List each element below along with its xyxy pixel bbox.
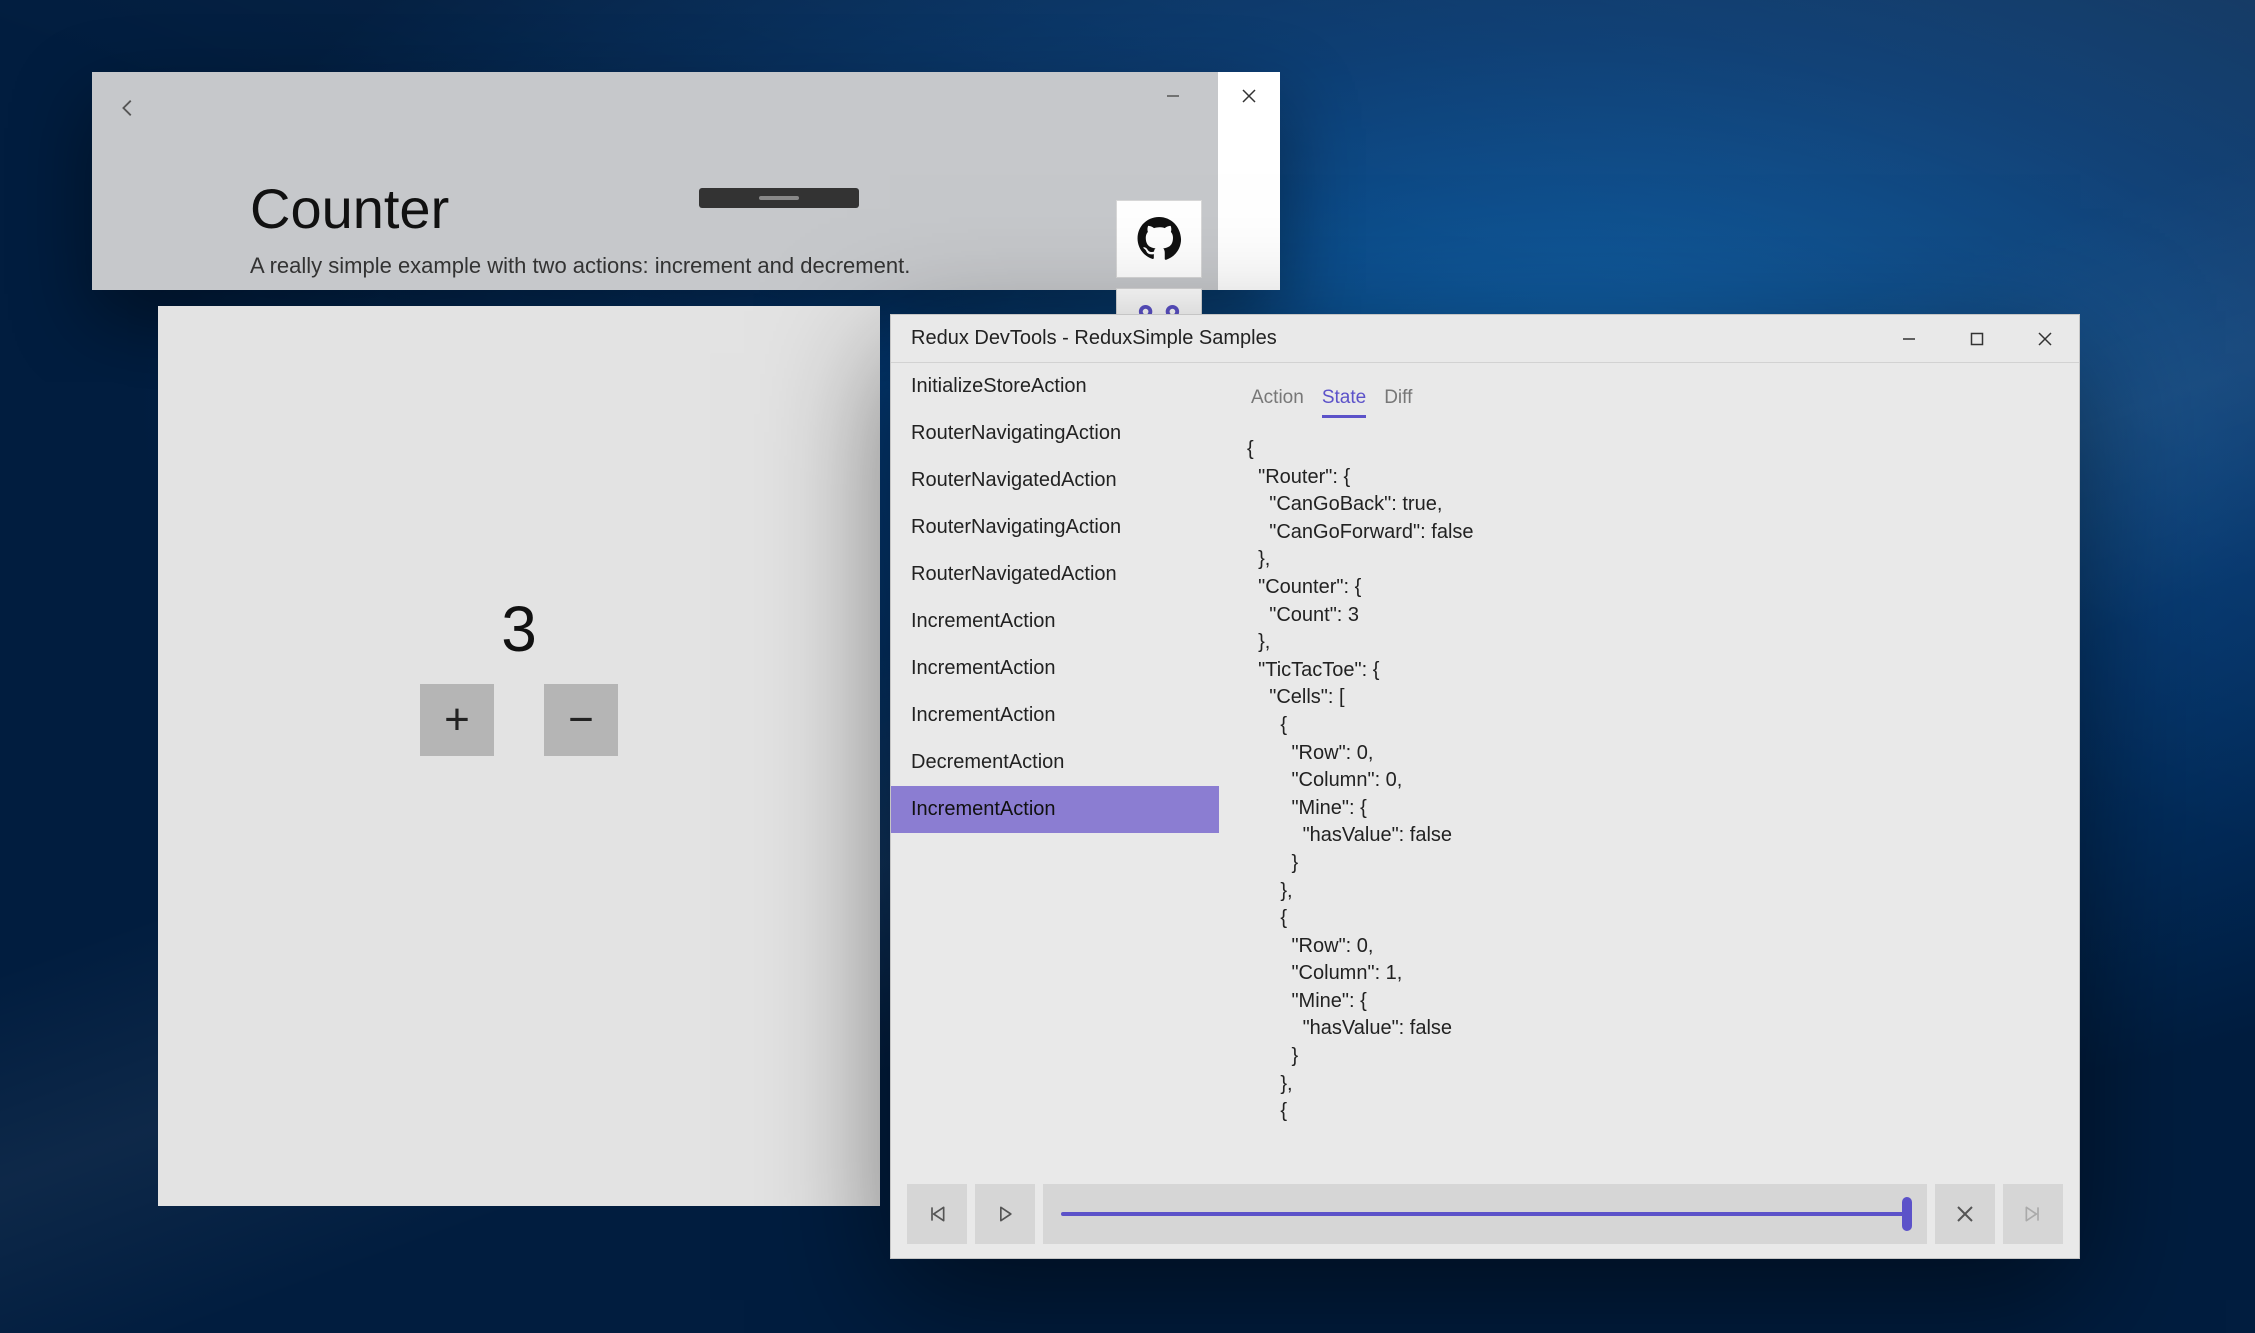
detail-tabs: Action State Diff bbox=[1247, 387, 2063, 418]
close-icon bbox=[2038, 332, 2052, 346]
page-subtitle: A really simple example with two actions… bbox=[250, 253, 910, 279]
forward-button[interactable] bbox=[2003, 1184, 2063, 1244]
play-icon bbox=[995, 1204, 1015, 1224]
slider-track bbox=[1061, 1212, 1909, 1216]
tab-state[interactable]: State bbox=[1322, 387, 1366, 418]
action-item[interactable]: InitializeStoreAction bbox=[891, 363, 1219, 410]
close-strip bbox=[1218, 72, 1280, 290]
play-button[interactable] bbox=[975, 1184, 1035, 1244]
action-item[interactable]: RouterNavigatedAction bbox=[891, 457, 1219, 504]
tab-diff[interactable]: Diff bbox=[1384, 387, 1412, 418]
devtools-window-controls bbox=[1875, 315, 2079, 363]
maximize-icon bbox=[1970, 332, 1984, 346]
counter-window: Counter A really simple example with two… bbox=[92, 72, 1278, 290]
skip-back-icon bbox=[927, 1204, 947, 1224]
close-button[interactable] bbox=[1218, 72, 1280, 120]
devtools-titlebar: Redux DevTools - ReduxSimple Samples bbox=[891, 315, 2079, 363]
action-item[interactable]: IncrementAction bbox=[891, 692, 1219, 739]
action-item[interactable]: DecrementAction bbox=[891, 739, 1219, 786]
devtools-close-button[interactable] bbox=[2011, 315, 2079, 363]
cancel-button[interactable] bbox=[1935, 1184, 1995, 1244]
action-list[interactable]: InitializeStoreActionRouterNavigatingAct… bbox=[891, 363, 1219, 1170]
action-item[interactable]: IncrementAction bbox=[891, 598, 1219, 645]
github-icon bbox=[1136, 216, 1182, 262]
devtools-window: Redux DevTools - ReduxSimple Samples Ini… bbox=[890, 314, 2080, 1259]
state-json: { "Router": { "CanGoBack": true, "CanGoF… bbox=[1247, 436, 2063, 1126]
increment-button[interactable]: + bbox=[420, 684, 494, 756]
devtools-title: Redux DevTools - ReduxSimple Samples bbox=[911, 327, 1875, 350]
github-link-button[interactable] bbox=[1116, 200, 1202, 278]
count-value: 3 bbox=[501, 592, 537, 666]
decrement-button[interactable]: − bbox=[544, 684, 618, 756]
playback-bar bbox=[891, 1170, 2079, 1258]
arrow-left-icon bbox=[117, 97, 139, 119]
back-button[interactable] bbox=[110, 90, 146, 126]
action-item[interactable]: IncrementAction bbox=[891, 645, 1219, 692]
phone-speaker-icon bbox=[699, 188, 859, 208]
action-item[interactable]: IncrementAction bbox=[891, 786, 1219, 833]
counter-app-body: 3 + − bbox=[158, 306, 880, 1206]
rewind-button[interactable] bbox=[907, 1184, 967, 1244]
action-item[interactable]: RouterNavigatedAction bbox=[891, 551, 1219, 598]
minimize-button[interactable] bbox=[1138, 72, 1208, 120]
minimize-icon bbox=[1902, 332, 1916, 346]
slider-thumb[interactable] bbox=[1902, 1197, 1912, 1231]
tab-action[interactable]: Action bbox=[1251, 387, 1304, 418]
action-item[interactable]: RouterNavigatingAction bbox=[891, 410, 1219, 457]
timeline-slider[interactable] bbox=[1043, 1184, 1927, 1244]
devtools-minimize-button[interactable] bbox=[1875, 315, 1943, 363]
minimize-icon bbox=[1166, 89, 1180, 103]
devtools-maximize-button[interactable] bbox=[1943, 315, 2011, 363]
skip-forward-icon bbox=[2023, 1204, 2043, 1224]
page-title: Counter bbox=[250, 176, 910, 241]
close-icon bbox=[1956, 1205, 1974, 1223]
action-item[interactable]: RouterNavigatingAction bbox=[891, 504, 1219, 551]
detail-pane: Action State Diff { "Router": { "CanGoBack… bbox=[1247, 363, 2063, 1170]
close-icon bbox=[1242, 89, 1256, 103]
